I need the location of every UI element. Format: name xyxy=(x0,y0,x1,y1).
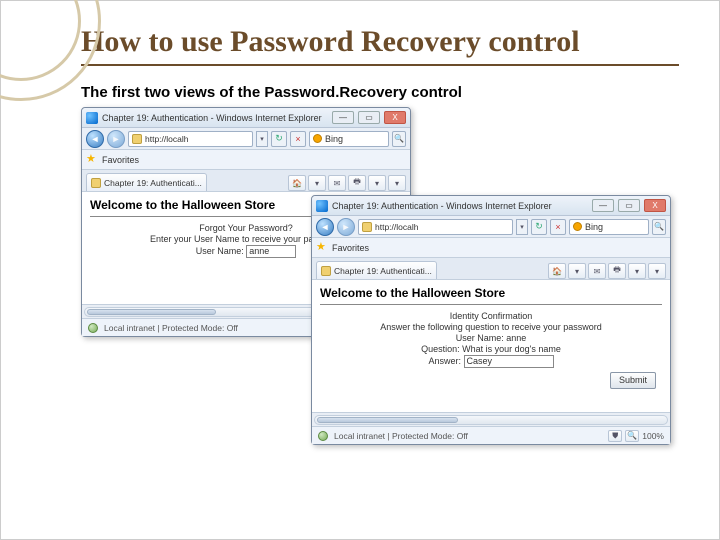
maximize-button[interactable]: ▭ xyxy=(618,199,640,212)
username-label: User Name: xyxy=(196,246,244,256)
search-button[interactable]: 🔍 xyxy=(652,219,666,235)
answer-input[interactable]: Casey xyxy=(464,355,554,368)
browser-screenshots: Chapter 19: Authentication - Windows Int… xyxy=(81,107,641,467)
forward-button[interactable]: ► xyxy=(337,218,355,236)
close-button[interactable]: X xyxy=(384,111,406,124)
nav-toolbar: ◄ ► http://localh ▾ ↻ × Bing 🔍 xyxy=(82,128,410,150)
zone-icon xyxy=(88,323,98,333)
titlebar: Chapter 19: Authentication - Windows Int… xyxy=(312,196,670,216)
page-menu[interactable]: ▾ xyxy=(368,175,386,191)
favorites-label[interactable]: Favorites xyxy=(102,155,139,165)
favorites-label[interactable]: Favorites xyxy=(332,243,369,253)
zoom-level: 100% xyxy=(642,431,664,441)
favorites-bar: ★ Favorites xyxy=(82,150,410,170)
address-dropdown[interactable]: ▾ xyxy=(256,131,268,147)
search-provider: Bing xyxy=(325,134,343,144)
home-button[interactable]: 🏠 xyxy=(288,175,306,191)
submit-button[interactable]: Submit xyxy=(610,372,656,389)
tab-label: Chapter 19: Authenticati... xyxy=(334,266,432,276)
zone-icon xyxy=(318,431,328,441)
nav-toolbar: ◄ ► http://localh ▾ ↻ × Bing 🔍 xyxy=(312,216,670,238)
page-icon xyxy=(132,134,142,144)
bing-icon xyxy=(573,222,582,231)
mail-button[interactable]: ✉ xyxy=(328,175,346,191)
command-bar: 🏠 ▾ ✉ 🖶 ▾ ▾ xyxy=(288,175,406,191)
status-text: Local intranet | Protected Mode: Off xyxy=(334,431,468,441)
username-label: User Name: xyxy=(456,333,504,343)
address-bar[interactable]: http://localh xyxy=(128,131,253,147)
refresh-button[interactable]: ↻ xyxy=(531,219,547,235)
identity-confirmation-form: Identity Confirmation Answer the followi… xyxy=(320,311,662,389)
search-button[interactable]: 🔍 xyxy=(392,131,406,147)
answer-label: Answer: xyxy=(428,356,461,366)
tab-favicon xyxy=(91,178,101,188)
minimize-button[interactable]: — xyxy=(332,111,354,124)
shield-icon: ⛊ xyxy=(608,430,622,442)
window-title: Chapter 19: Authentication - Windows Int… xyxy=(332,201,588,211)
question-label: Question: xyxy=(421,344,460,354)
browser-tab[interactable]: Chapter 19: Authenticati... xyxy=(316,261,437,279)
page-menu[interactable]: ▾ xyxy=(628,263,646,279)
refresh-button[interactable]: ↻ xyxy=(271,131,287,147)
stop-button[interactable]: × xyxy=(550,219,566,235)
print-button[interactable]: 🖶 xyxy=(348,175,366,191)
slide-subtitle: The first two views of the Password.Reco… xyxy=(81,84,679,101)
divider xyxy=(320,304,662,305)
favorites-star-icon[interactable]: ★ xyxy=(86,154,98,166)
search-box[interactable]: Bing xyxy=(309,131,389,147)
favorites-star-icon[interactable]: ★ xyxy=(316,242,328,254)
minimize-button[interactable]: — xyxy=(592,199,614,212)
username-input[interactable]: anne xyxy=(246,245,296,258)
page-icon xyxy=(362,222,372,232)
url-text: http://localh xyxy=(375,222,418,232)
username-value: anne xyxy=(506,333,526,343)
instruction-text: Answer the following question to receive… xyxy=(320,322,662,332)
feeds-button[interactable]: ▾ xyxy=(568,263,586,279)
slide: How to use Password Recovery control The… xyxy=(0,0,720,540)
scrollbar-thumb[interactable] xyxy=(317,417,458,423)
address-bar[interactable]: http://localh xyxy=(358,219,513,235)
command-bar: 🏠 ▾ ✉ 🖶 ▾ ▾ xyxy=(548,263,666,279)
back-button[interactable]: ◄ xyxy=(316,218,334,236)
stop-button[interactable]: × xyxy=(290,131,306,147)
url-text: http://localh xyxy=(145,134,188,144)
tools-menu[interactable]: ▾ xyxy=(648,263,666,279)
mail-button[interactable]: ✉ xyxy=(588,263,606,279)
ie-window-questionview: Chapter 19: Authentication - Windows Int… xyxy=(311,195,671,445)
zoom-icon[interactable]: 🔍 xyxy=(625,430,639,442)
back-button[interactable]: ◄ xyxy=(86,130,104,148)
identity-confirmation-text: Identity Confirmation xyxy=(320,311,662,321)
home-button[interactable]: 🏠 xyxy=(548,263,566,279)
tab-bar: Chapter 19: Authenticati... 🏠 ▾ ✉ 🖶 ▾ ▾ xyxy=(82,170,410,192)
favorites-bar: ★ Favorites xyxy=(312,238,670,258)
search-provider: Bing xyxy=(585,222,603,232)
scrollbar-thumb[interactable] xyxy=(87,309,216,315)
content-area: Welcome to the Halloween Store Identity … xyxy=(312,280,670,444)
status-text: Local intranet | Protected Mode: Off xyxy=(104,323,238,333)
browser-tab[interactable]: Chapter 19: Authenticati... xyxy=(86,173,207,191)
page-heading: Welcome to the Halloween Store xyxy=(320,286,662,300)
maximize-button[interactable]: ▭ xyxy=(358,111,380,124)
search-box[interactable]: Bing xyxy=(569,219,649,235)
close-button[interactable]: X xyxy=(644,199,666,212)
feeds-button[interactable]: ▾ xyxy=(308,175,326,191)
slide-title: How to use Password Recovery control xyxy=(81,25,679,66)
print-button[interactable]: 🖶 xyxy=(608,263,626,279)
tab-label: Chapter 19: Authenticati... xyxy=(104,178,202,188)
question-value: What is your dog's name xyxy=(462,344,561,354)
protected-mode-icons: ⛊ 🔍 100% xyxy=(608,430,664,442)
tools-menu[interactable]: ▾ xyxy=(388,175,406,191)
tab-bar: Chapter 19: Authenticati... 🏠 ▾ ✉ 🖶 ▾ ▾ xyxy=(312,258,670,280)
window-title: Chapter 19: Authentication - Windows Int… xyxy=(102,113,328,123)
status-bar: Local intranet | Protected Mode: Off ⛊ 🔍… xyxy=(312,426,670,444)
bing-icon xyxy=(313,134,322,143)
address-dropdown[interactable]: ▾ xyxy=(516,219,528,235)
tab-favicon xyxy=(321,266,331,276)
ie-logo-icon xyxy=(86,112,98,124)
titlebar: Chapter 19: Authentication - Windows Int… xyxy=(82,108,410,128)
horizontal-scrollbar[interactable] xyxy=(312,412,670,426)
forward-button[interactable]: ► xyxy=(107,130,125,148)
ie-logo-icon xyxy=(316,200,328,212)
